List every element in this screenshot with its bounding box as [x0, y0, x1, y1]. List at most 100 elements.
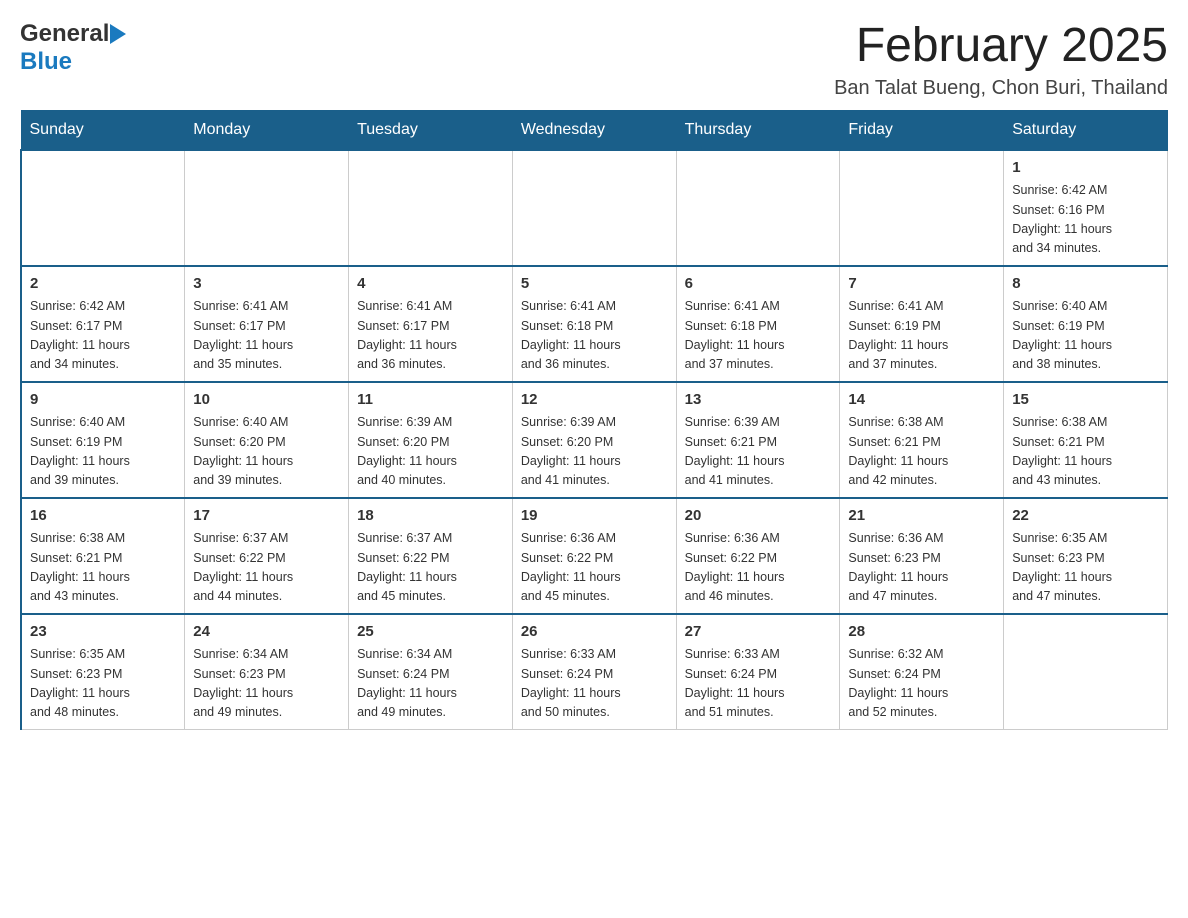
calendar-cell: 12Sunrise: 6:39 AM Sunset: 6:20 PM Dayli… [512, 382, 676, 498]
calendar-table: SundayMondayTuesdayWednesdayThursdayFrid… [20, 110, 1168, 730]
logo-triangle-icon [110, 24, 126, 44]
calendar-week-row: 2Sunrise: 6:42 AM Sunset: 6:17 PM Daylig… [21, 266, 1168, 382]
location: Ban Talat Bueng, Chon Buri, Thailand [834, 77, 1168, 100]
calendar-cell: 15Sunrise: 6:38 AM Sunset: 6:21 PM Dayli… [1004, 382, 1168, 498]
day-info: Sunrise: 6:38 AM Sunset: 6:21 PM Dayligh… [30, 529, 176, 607]
day-info: Sunrise: 6:41 AM Sunset: 6:17 PM Dayligh… [357, 297, 504, 375]
day-info: Sunrise: 6:40 AM Sunset: 6:19 PM Dayligh… [1012, 297, 1159, 375]
day-info: Sunrise: 6:37 AM Sunset: 6:22 PM Dayligh… [193, 529, 340, 607]
title-section: February 2025 Ban Talat Bueng, Chon Buri… [834, 20, 1168, 100]
calendar-cell: 4Sunrise: 6:41 AM Sunset: 6:17 PM Daylig… [349, 266, 513, 382]
day-info: Sunrise: 6:35 AM Sunset: 6:23 PM Dayligh… [1012, 529, 1159, 607]
logo-blue-text: Blue [20, 48, 72, 76]
day-info: Sunrise: 6:40 AM Sunset: 6:20 PM Dayligh… [193, 413, 340, 491]
day-info: Sunrise: 6:41 AM Sunset: 6:19 PM Dayligh… [848, 297, 995, 375]
day-number: 5 [521, 273, 668, 296]
calendar-header-saturday: Saturday [1004, 110, 1168, 150]
calendar-cell: 26Sunrise: 6:33 AM Sunset: 6:24 PM Dayli… [512, 614, 676, 730]
calendar-cell [349, 150, 513, 266]
day-info: Sunrise: 6:32 AM Sunset: 6:24 PM Dayligh… [848, 645, 995, 723]
calendar-week-row: 16Sunrise: 6:38 AM Sunset: 6:21 PM Dayli… [21, 498, 1168, 614]
day-number: 28 [848, 621, 995, 644]
calendar-cell: 1Sunrise: 6:42 AM Sunset: 6:16 PM Daylig… [1004, 150, 1168, 266]
calendar-header-monday: Monday [185, 110, 349, 150]
calendar-cell: 8Sunrise: 6:40 AM Sunset: 6:19 PM Daylig… [1004, 266, 1168, 382]
calendar-cell: 27Sunrise: 6:33 AM Sunset: 6:24 PM Dayli… [676, 614, 840, 730]
day-info: Sunrise: 6:42 AM Sunset: 6:17 PM Dayligh… [30, 297, 176, 375]
calendar-cell: 10Sunrise: 6:40 AM Sunset: 6:20 PM Dayli… [185, 382, 349, 498]
calendar-cell: 6Sunrise: 6:41 AM Sunset: 6:18 PM Daylig… [676, 266, 840, 382]
day-info: Sunrise: 6:33 AM Sunset: 6:24 PM Dayligh… [521, 645, 668, 723]
day-number: 13 [685, 389, 832, 412]
calendar-cell: 25Sunrise: 6:34 AM Sunset: 6:24 PM Dayli… [349, 614, 513, 730]
calendar-cell [840, 150, 1004, 266]
day-info: Sunrise: 6:36 AM Sunset: 6:22 PM Dayligh… [685, 529, 832, 607]
calendar-header-tuesday: Tuesday [349, 110, 513, 150]
day-number: 24 [193, 621, 340, 644]
day-info: Sunrise: 6:36 AM Sunset: 6:23 PM Dayligh… [848, 529, 995, 607]
calendar-cell: 21Sunrise: 6:36 AM Sunset: 6:23 PM Dayli… [840, 498, 1004, 614]
calendar-cell: 3Sunrise: 6:41 AM Sunset: 6:17 PM Daylig… [185, 266, 349, 382]
day-number: 4 [357, 273, 504, 296]
page-header: General Blue February 2025 Ban Talat Bue… [20, 20, 1168, 100]
logo-general-text: General [20, 20, 109, 48]
calendar-header-friday: Friday [840, 110, 1004, 150]
calendar-cell: 19Sunrise: 6:36 AM Sunset: 6:22 PM Dayli… [512, 498, 676, 614]
calendar-header-sunday: Sunday [21, 110, 185, 150]
calendar-cell: 18Sunrise: 6:37 AM Sunset: 6:22 PM Dayli… [349, 498, 513, 614]
day-info: Sunrise: 6:39 AM Sunset: 6:20 PM Dayligh… [357, 413, 504, 491]
day-number: 10 [193, 389, 340, 412]
calendar-header-thursday: Thursday [676, 110, 840, 150]
day-number: 19 [521, 505, 668, 528]
calendar-cell [185, 150, 349, 266]
day-number: 6 [685, 273, 832, 296]
calendar-cell [512, 150, 676, 266]
logo: General Blue [20, 20, 126, 76]
calendar-cell: 11Sunrise: 6:39 AM Sunset: 6:20 PM Dayli… [349, 382, 513, 498]
calendar-cell: 22Sunrise: 6:35 AM Sunset: 6:23 PM Dayli… [1004, 498, 1168, 614]
day-info: Sunrise: 6:35 AM Sunset: 6:23 PM Dayligh… [30, 645, 176, 723]
day-number: 11 [357, 389, 504, 412]
day-info: Sunrise: 6:39 AM Sunset: 6:20 PM Dayligh… [521, 413, 668, 491]
day-info: Sunrise: 6:37 AM Sunset: 6:22 PM Dayligh… [357, 529, 504, 607]
day-number: 12 [521, 389, 668, 412]
calendar-header-row: SundayMondayTuesdayWednesdayThursdayFrid… [21, 110, 1168, 150]
day-number: 26 [521, 621, 668, 644]
day-number: 3 [193, 273, 340, 296]
day-number: 27 [685, 621, 832, 644]
day-number: 20 [685, 505, 832, 528]
day-info: Sunrise: 6:41 AM Sunset: 6:17 PM Dayligh… [193, 297, 340, 375]
day-number: 14 [848, 389, 995, 412]
day-number: 2 [30, 273, 176, 296]
day-info: Sunrise: 6:34 AM Sunset: 6:24 PM Dayligh… [357, 645, 504, 723]
calendar-cell: 7Sunrise: 6:41 AM Sunset: 6:19 PM Daylig… [840, 266, 1004, 382]
day-info: Sunrise: 6:42 AM Sunset: 6:16 PM Dayligh… [1012, 181, 1159, 259]
day-info: Sunrise: 6:41 AM Sunset: 6:18 PM Dayligh… [521, 297, 668, 375]
calendar-week-row: 9Sunrise: 6:40 AM Sunset: 6:19 PM Daylig… [21, 382, 1168, 498]
calendar-cell: 24Sunrise: 6:34 AM Sunset: 6:23 PM Dayli… [185, 614, 349, 730]
day-number: 22 [1012, 505, 1159, 528]
calendar-cell [676, 150, 840, 266]
month-title: February 2025 [834, 20, 1168, 73]
day-number: 23 [30, 621, 176, 644]
day-info: Sunrise: 6:40 AM Sunset: 6:19 PM Dayligh… [30, 413, 176, 491]
day-info: Sunrise: 6:38 AM Sunset: 6:21 PM Dayligh… [1012, 413, 1159, 491]
day-number: 18 [357, 505, 504, 528]
day-number: 8 [1012, 273, 1159, 296]
day-number: 15 [1012, 389, 1159, 412]
calendar-cell [1004, 614, 1168, 730]
day-number: 17 [193, 505, 340, 528]
day-info: Sunrise: 6:38 AM Sunset: 6:21 PM Dayligh… [848, 413, 995, 491]
day-number: 7 [848, 273, 995, 296]
calendar-cell: 17Sunrise: 6:37 AM Sunset: 6:22 PM Dayli… [185, 498, 349, 614]
day-number: 9 [30, 389, 176, 412]
day-info: Sunrise: 6:41 AM Sunset: 6:18 PM Dayligh… [685, 297, 832, 375]
day-number: 25 [357, 621, 504, 644]
day-info: Sunrise: 6:39 AM Sunset: 6:21 PM Dayligh… [685, 413, 832, 491]
calendar-cell: 23Sunrise: 6:35 AM Sunset: 6:23 PM Dayli… [21, 614, 185, 730]
day-number: 1 [1012, 157, 1159, 180]
calendar-cell [21, 150, 185, 266]
day-info: Sunrise: 6:36 AM Sunset: 6:22 PM Dayligh… [521, 529, 668, 607]
day-number: 16 [30, 505, 176, 528]
calendar-cell: 13Sunrise: 6:39 AM Sunset: 6:21 PM Dayli… [676, 382, 840, 498]
